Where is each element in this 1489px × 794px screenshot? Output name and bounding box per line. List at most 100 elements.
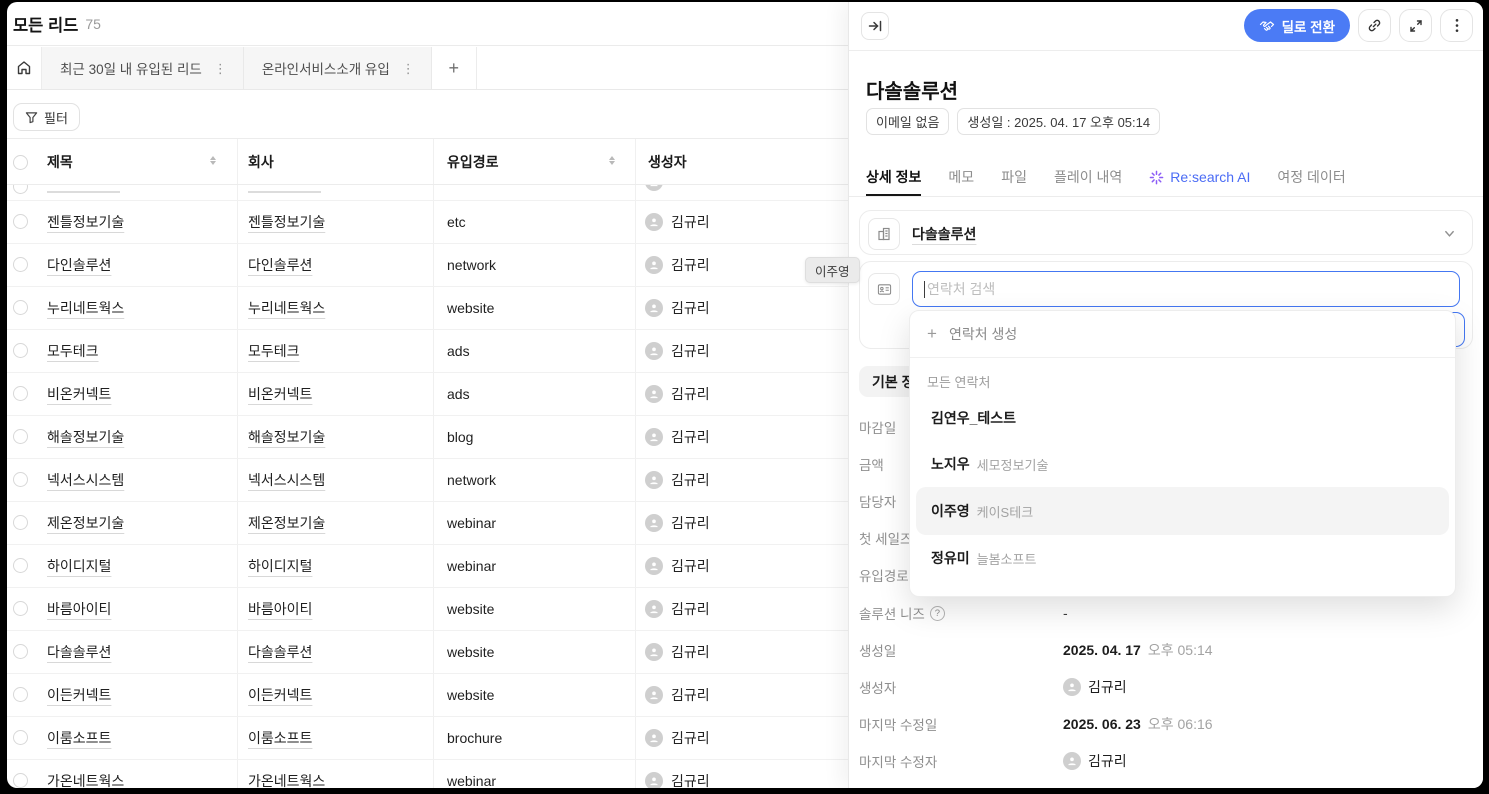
lead-company-link[interactable]: 하이디지털 (248, 558, 312, 574)
table-row[interactable]: 제온정보기술제온정보기술webinar김규리 (7, 502, 907, 545)
table-row[interactable]: 다솔솔루션다솔솔루션website김규리 (7, 631, 907, 674)
add-view-button[interactable]: + (432, 47, 477, 89)
row-checkbox[interactable] (13, 386, 28, 401)
lead-creator: 김규리 (671, 513, 710, 533)
lead-title-link[interactable]: 젠틀정보기술 (47, 214, 124, 230)
chevron-down-icon[interactable] (1443, 227, 1456, 240)
avatar (645, 514, 663, 532)
column-header-title[interactable]: 제목 (47, 152, 73, 172)
table-row[interactable]: 누리네트웍스누리네트웍스website김규리 (7, 287, 907, 330)
lead-title-link[interactable]: 바름아이티 (47, 601, 111, 617)
lead-company-link[interactable]: 모두테크 (248, 343, 300, 359)
collapse-panel-button[interactable] (861, 12, 889, 40)
row-checkbox[interactable] (13, 515, 28, 530)
lead-company-link[interactable]: 다인솔루션 (248, 257, 312, 273)
copy-link-button[interactable] (1358, 9, 1391, 42)
avatar (645, 729, 663, 747)
lead-company-link[interactable]: 다솔솔루션 (248, 644, 312, 660)
lead-company-link[interactable]: 해솔정보기술 (248, 429, 325, 445)
row-checkbox[interactable] (13, 300, 28, 315)
field-value: 김규리 (1088, 751, 1127, 771)
lead-company-link[interactable]: 넥서스시스템 (248, 472, 325, 488)
table-row[interactable]: 하이디지털하이디지털webinar김규리 (7, 545, 907, 588)
expand-button[interactable] (1399, 9, 1432, 42)
lead-title-link[interactable]: 넥서스시스템 (47, 472, 124, 488)
dropdown-group-label: 모든 연락처 (910, 358, 1455, 395)
lead-company-link[interactable]: 비온커넥트 (248, 386, 312, 402)
view-tab-recent-leads[interactable]: 최근 30일 내 유입된 리드 ⋮ (42, 47, 244, 89)
row-checkbox[interactable] (13, 185, 28, 194)
row-checkbox[interactable] (13, 601, 28, 616)
table-row[interactable]: 비온커넥트비온커넥트ads김규리 (7, 373, 907, 416)
table-row[interactable]: 바름아이티바름아이티website김규리 (7, 588, 907, 631)
table-row[interactable]: 다인솔루션다인솔루션network김규리 (7, 244, 907, 287)
lead-title-link[interactable]: 하이디지털 (47, 558, 111, 574)
company-row-card[interactable]: 다솔솔루션 (859, 210, 1473, 255)
lead-title-link[interactable]: 가온네트웍스 (47, 773, 124, 788)
contact-option-highlighted[interactable]: 이주영 케이S테크 (916, 487, 1449, 535)
contact-option[interactable]: 김연우_테스트 (910, 395, 1455, 441)
contact-search-input[interactable]: 연락처 검색 (912, 271, 1460, 307)
column-header-creator[interactable]: 생성자 (648, 152, 687, 172)
row-checkbox[interactable] (13, 429, 28, 444)
table-row[interactable]: 이든커넥트이든커넥트website김규리 (7, 674, 907, 717)
company-link[interactable]: 다솔솔루션 (912, 224, 976, 244)
tab-memo[interactable]: 메모 (948, 158, 974, 196)
lead-title-link[interactable]: 모두테크 (47, 343, 99, 359)
lead-title-link[interactable]: 제온정보기술 (47, 515, 124, 531)
row-checkbox[interactable] (13, 472, 28, 487)
lead-title-link[interactable]: 이룸소프트 (47, 730, 111, 746)
table-row-clipped[interactable] (7, 185, 907, 201)
table-row[interactable]: 해솔정보기술해솔정보기술blog김규리 (7, 416, 907, 459)
home-view-tab[interactable] (7, 47, 42, 89)
lead-company-link[interactable]: 젠틀정보기술 (248, 214, 325, 230)
table-row[interactable]: 모두테크모두테크ads김규리 (7, 330, 907, 373)
row-checkbox[interactable] (13, 343, 28, 358)
lead-title-link[interactable]: 다솔솔루션 (47, 644, 111, 660)
row-checkbox[interactable] (13, 257, 28, 272)
contact-option[interactable]: 노지우 세모정보기술 (910, 441, 1455, 487)
tab-research-ai[interactable]: Re:search AI (1149, 158, 1250, 196)
sort-icon[interactable] (210, 156, 216, 165)
table-row[interactable]: 가온네트웍스가온네트웍스webinar김규리 (7, 760, 907, 788)
row-checkbox[interactable] (13, 214, 28, 229)
lead-company-link[interactable]: 가온네트웍스 (248, 773, 325, 788)
lead-title-link[interactable]: 해솔정보기술 (47, 429, 124, 445)
sort-icon[interactable] (609, 156, 615, 165)
table-row[interactable]: 이룸소프트이룸소프트brochure김규리 (7, 717, 907, 760)
row-checkbox[interactable] (13, 730, 28, 745)
lead-title-link[interactable]: 누리네트웍스 (47, 300, 124, 316)
view-tab-menu-icon[interactable]: ⋮ (400, 62, 417, 75)
filter-button[interactable]: 필터 (13, 103, 80, 131)
convert-to-deal-button[interactable]: 딜로 전환 (1244, 9, 1350, 42)
tab-play-history[interactable]: 플레이 내역 (1054, 158, 1122, 196)
lead-company-link[interactable]: 제온정보기술 (248, 515, 325, 531)
lead-title-link[interactable]: 다인솔루션 (47, 257, 111, 273)
row-checkbox[interactable] (13, 687, 28, 702)
column-header-company[interactable]: 회사 (248, 152, 274, 172)
lead-title-link[interactable]: 비온커넥트 (47, 386, 111, 402)
contact-name: 정유미 (931, 548, 970, 568)
contact-option[interactable]: 정유미 늘봄소프트 (910, 535, 1455, 581)
view-tab-online-service[interactable]: 온라인서비스소개 유입 ⋮ (244, 47, 432, 89)
tab-journey-data[interactable]: 여정 데이터 (1277, 158, 1345, 196)
lead-company-link[interactable]: 누리네트웍스 (248, 300, 325, 316)
lead-company-link[interactable]: 이든커넥트 (248, 687, 312, 703)
lead-title-link[interactable]: 이든커넥트 (47, 687, 111, 703)
tab-files[interactable]: 파일 (1001, 158, 1027, 196)
lead-company-link[interactable]: 이룸소프트 (248, 730, 312, 746)
create-contact-option[interactable]: + 연락처 생성 (910, 311, 1455, 358)
view-tab-menu-icon[interactable]: ⋮ (212, 62, 229, 75)
more-actions-button[interactable] (1440, 9, 1473, 42)
contact-card-icon (868, 273, 900, 305)
table-row[interactable]: 넥서스시스템넥서스시스템network김규리 (7, 459, 907, 502)
row-checkbox[interactable] (13, 558, 28, 573)
column-header-channel[interactable]: 유입경로 (447, 152, 499, 172)
tab-details[interactable]: 상세 정보 (866, 158, 921, 196)
row-checkbox[interactable] (13, 644, 28, 659)
row-checkbox[interactable] (13, 773, 28, 788)
lead-company-link[interactable]: 바름아이티 (248, 601, 312, 617)
help-icon[interactable]: ? (930, 606, 945, 621)
table-row[interactable]: 젠틀정보기술젠틀정보기술etc김규리 (7, 201, 907, 244)
select-all-checkbox[interactable] (13, 155, 28, 170)
